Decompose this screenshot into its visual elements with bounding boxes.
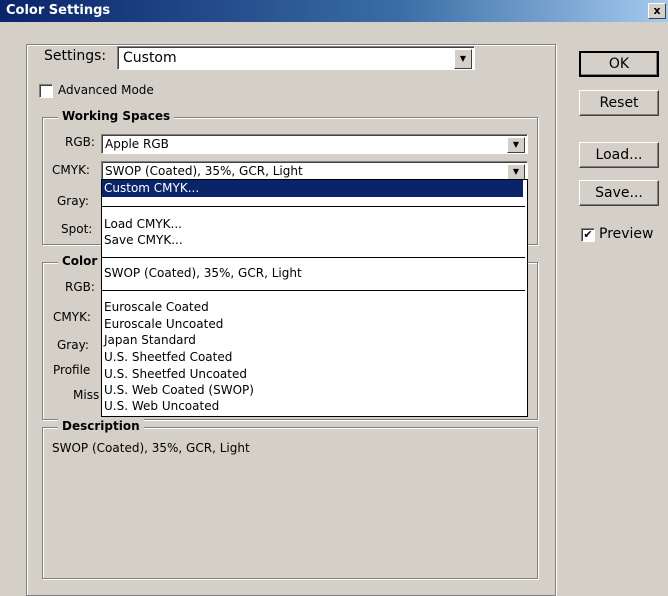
description-legend: Description xyxy=(58,419,144,433)
color-policies-legend: Color xyxy=(58,254,102,268)
chevron-down-icon[interactable]: ▼ xyxy=(507,164,525,180)
dropdown-item-label: Custom CMYK... xyxy=(104,181,200,195)
preview-label: Preview xyxy=(599,226,654,242)
dropdown-item-euroscale-uncoated[interactable]: Euroscale Uncoated xyxy=(104,317,223,331)
gray-label: Gray: xyxy=(57,194,89,208)
rgb-value: Apple RGB xyxy=(105,137,169,151)
advanced-mode-checkbox[interactable] xyxy=(39,84,53,98)
spot-label: Spot: xyxy=(61,222,93,236)
policy-rgb-label: RGB: xyxy=(65,280,95,294)
chevron-down-icon[interactable]: ▼ xyxy=(454,49,472,69)
settings-label: Settings: xyxy=(40,48,111,64)
rgb-dropdown[interactable]: Apple RGB ▼ xyxy=(101,134,528,154)
policy-gray-label: Gray: xyxy=(57,338,89,352)
dropdown-item-us-web-uncoated[interactable]: U.S. Web Uncoated xyxy=(104,399,219,413)
dropdown-item-us-sheetfed-coated[interactable]: U.S. Sheetfed Coated xyxy=(104,350,232,364)
ok-button[interactable]: OK xyxy=(579,51,659,77)
close-button[interactable]: x xyxy=(648,3,666,19)
rgb-label: RGB: xyxy=(65,135,95,149)
dropdown-item-us-web-coated[interactable]: U.S. Web Coated (SWOP) xyxy=(104,383,254,397)
divider xyxy=(102,206,525,207)
settings-dropdown[interactable]: Custom ▼ xyxy=(117,46,475,70)
dropdown-item-load-cmyk[interactable]: Load CMYK... xyxy=(104,217,182,231)
cmyk-dropdown-list[interactable]: Custom CMYK... Load CMYK... Save CMYK...… xyxy=(101,179,528,417)
cmyk-value: SWOP (Coated), 35%, GCR, Light xyxy=(105,164,303,178)
advanced-mode-label: Advanced Mode xyxy=(58,83,154,97)
description-text: SWOP (Coated), 35%, GCR, Light xyxy=(52,441,250,455)
miss-label: Miss xyxy=(73,388,100,402)
preview-checkbox[interactable]: ✔ xyxy=(581,228,595,242)
chevron-down-icon[interactable]: ▼ xyxy=(507,137,525,153)
working-spaces-legend: Working Spaces xyxy=(58,109,175,123)
window-title: Color Settings xyxy=(6,3,111,18)
profile-label: Profile xyxy=(53,363,91,377)
divider xyxy=(102,290,525,291)
load-button[interactable]: Load... xyxy=(579,142,659,168)
policy-cmyk-label: CMYK: xyxy=(53,310,91,324)
cmyk-label: CMYK: xyxy=(52,163,90,177)
dropdown-item-save-cmyk[interactable]: Save CMYK... xyxy=(104,233,183,247)
reset-button[interactable]: Reset xyxy=(579,90,659,116)
dropdown-item-euroscale-coated[interactable]: Euroscale Coated xyxy=(104,300,209,314)
cmyk-dropdown[interactable]: SWOP (Coated), 35%, GCR, Light ▼ xyxy=(101,161,528,181)
dropdown-item-swop-light[interactable]: SWOP (Coated), 35%, GCR, Light xyxy=(104,266,302,280)
dropdown-item-japan-standard[interactable]: Japan Standard xyxy=(104,333,196,347)
save-button[interactable]: Save... xyxy=(579,180,659,206)
dropdown-item-us-sheetfed-uncoated[interactable]: U.S. Sheetfed Uncoated xyxy=(104,367,247,381)
settings-value: Custom xyxy=(123,50,177,66)
divider xyxy=(102,257,525,258)
dropdown-item-custom-cmyk[interactable]: Custom CMYK... xyxy=(102,180,523,197)
checkmark-icon: ✔ xyxy=(583,228,593,241)
